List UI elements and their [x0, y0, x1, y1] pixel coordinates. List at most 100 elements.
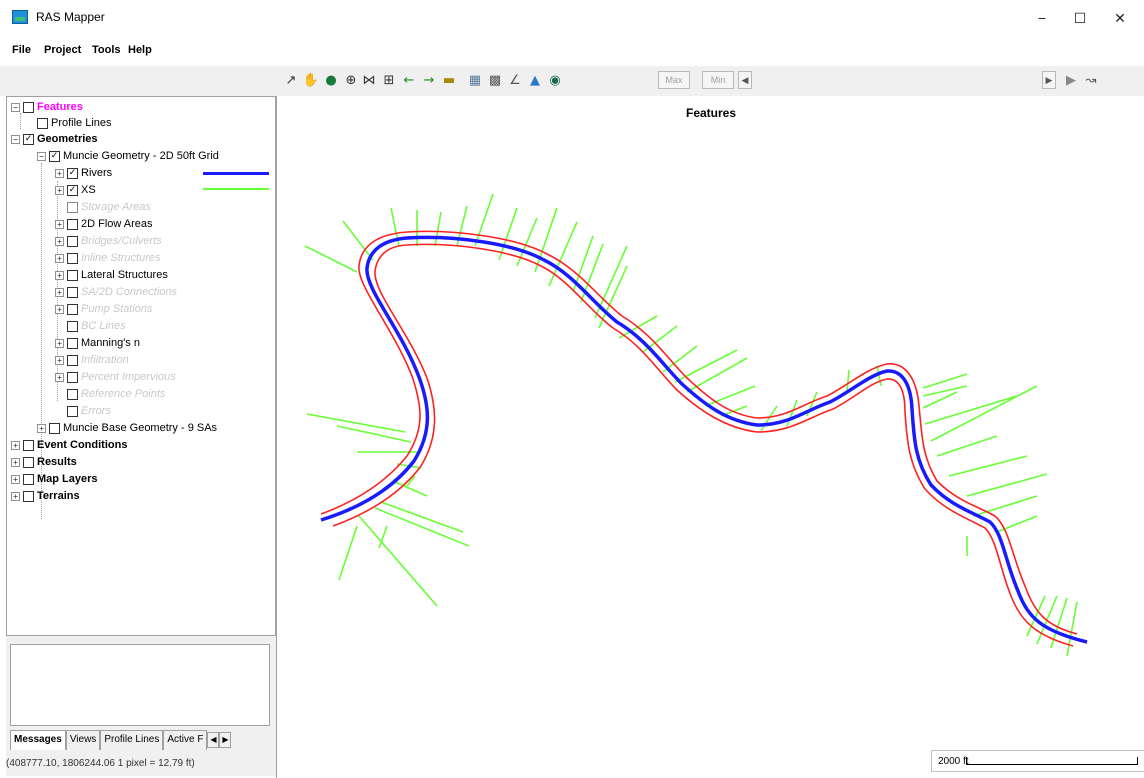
expand-icon[interactable]: + [55, 168, 64, 178]
ruler-icon[interactable]: ▬ [440, 72, 458, 90]
globe-icon[interactable]: ● [322, 72, 340, 90]
checkbox[interactable] [37, 117, 48, 129]
checkbox[interactable] [67, 388, 78, 400]
tree-item-reference-points[interactable]: Reference Points [67, 386, 165, 402]
checkbox[interactable] [67, 252, 78, 264]
checkbox[interactable] [49, 422, 60, 434]
checkbox[interactable] [23, 439, 34, 451]
tree-item-results[interactable]: + Results [11, 454, 77, 470]
pan-hand-icon[interactable]: ✋ [302, 72, 320, 90]
expand-icon[interactable]: + [11, 440, 20, 450]
max-button[interactable]: Max [658, 71, 690, 89]
messages-box[interactable] [10, 644, 270, 726]
collapse-icon[interactable]: − [11, 134, 20, 144]
tree-item-features[interactable]: − Features [11, 99, 83, 115]
forward-arrow-icon[interactable]: → [420, 72, 438, 90]
back-arrow-icon[interactable]: ← [400, 72, 418, 90]
checkbox[interactable] [67, 235, 78, 247]
checkbox-checked[interactable]: ✓ [23, 133, 34, 145]
tree-item-inline-structures[interactable]: + Inline Structures [55, 250, 160, 266]
tree-item-percent-impervious[interactable]: + Percent Impervious [55, 369, 176, 385]
checkbox[interactable] [67, 320, 78, 332]
map-drawing[interactable] [277, 96, 1144, 746]
checkbox[interactable] [67, 371, 78, 383]
tree-item-storage-areas[interactable]: Storage Areas [67, 199, 151, 215]
checkbox[interactable] [67, 269, 78, 281]
tree-item-errors[interactable]: Errors [67, 403, 111, 419]
expand-icon[interactable]: + [55, 236, 64, 246]
layer-tree[interactable]: − Features Profile Lines − ✓ Geometries − ✓ M… [6, 96, 276, 636]
tree-item-sa2d-connections[interactable]: + SA/2D Connections [55, 284, 177, 300]
expand-icon[interactable]: + [11, 457, 20, 467]
tree-item-terrains[interactable]: + Terrains [11, 488, 80, 504]
full-extent-icon[interactable]: ⊞ [380, 72, 398, 90]
menu-project[interactable]: Project [44, 44, 81, 56]
tree-item-map-layers[interactable]: + Map Layers [11, 471, 98, 487]
checkbox[interactable] [67, 218, 78, 230]
tab-profile-lines[interactable]: Profile Lines [100, 730, 164, 750]
expand-icon[interactable]: + [55, 185, 64, 195]
checkbox[interactable] [23, 101, 34, 113]
checkbox-checked[interactable]: ✓ [67, 184, 78, 196]
tree-item-bc-lines[interactable]: BC Lines [67, 318, 126, 334]
expand-icon[interactable]: + [37, 423, 46, 433]
tree-item-rivers[interactable]: + ✓ Rivers [55, 165, 112, 181]
terrain-icon[interactable]: ▲ [526, 72, 544, 90]
min-button[interactable]: Min [702, 71, 734, 89]
tree-item-profile-lines[interactable]: Profile Lines [37, 115, 112, 131]
tree-item-event-conditions[interactable]: + Event Conditions [11, 437, 127, 453]
layers-globe-icon[interactable]: ◉ [546, 72, 564, 90]
expand-icon[interactable]: + [55, 372, 64, 382]
pointer-icon[interactable]: ↗ [282, 72, 300, 90]
collapse-icon[interactable]: − [37, 151, 46, 161]
tree-item-bridges-culverts[interactable]: + Bridges/Culverts [55, 233, 162, 249]
map-canvas[interactable]: Features 2000 ft [276, 96, 1144, 778]
collapse-icon[interactable]: − [11, 102, 20, 112]
close-button[interactable]: ✕ [1100, 6, 1140, 30]
tab-views[interactable]: Views [65, 730, 101, 750]
checkbox[interactable] [23, 473, 34, 485]
checkbox[interactable] [23, 490, 34, 502]
zoom-in-icon[interactable]: ⊕ [342, 72, 360, 90]
maximize-button[interactable]: ☐ [1060, 6, 1100, 30]
menu-file[interactable]: File [12, 44, 31, 56]
tree-item-muncie-geometry[interactable]: − ✓ Muncie Geometry - 2D 50ft Grid [37, 148, 219, 164]
expand-icon[interactable]: + [55, 338, 64, 348]
checkbox[interactable] [67, 201, 78, 213]
tree-item-infiltration[interactable]: + Infiltration [55, 352, 129, 368]
table-icon[interactable]: ▩ [486, 72, 504, 90]
checkbox[interactable] [67, 354, 78, 366]
checkbox[interactable] [67, 303, 78, 315]
tree-item-xs[interactable]: + ✓ XS [55, 182, 96, 198]
expand-icon[interactable]: + [55, 219, 64, 229]
checkbox-checked[interactable]: ✓ [49, 150, 60, 162]
menu-help[interactable]: Help [128, 44, 152, 56]
tree-item-geometries[interactable]: − ✓ Geometries [11, 131, 98, 147]
profile-plot-icon[interactable]: ▦ [466, 72, 484, 90]
tree-item-muncie-base[interactable]: + Muncie Base Geometry - 9 SAs [37, 420, 217, 436]
tab-scroll-left-icon[interactable]: ◀ [207, 732, 220, 748]
checkbox[interactable] [23, 456, 34, 468]
expand-icon[interactable]: + [11, 474, 20, 484]
tab-messages[interactable]: Messages [10, 730, 66, 750]
tree-item-2d-flow-areas[interactable]: +2D Flow Areas [55, 216, 153, 232]
expand-icon[interactable]: + [11, 491, 20, 501]
step-back-button[interactable]: ◀ [738, 71, 752, 89]
step-forward-button[interactable]: ▶ [1042, 71, 1056, 89]
tab-scroll-right-icon[interactable]: ▶ [219, 732, 232, 748]
expand-icon[interactable]: + [55, 287, 64, 297]
menu-tools[interactable]: Tools [92, 44, 121, 56]
measure-icon[interactable]: ∠ [506, 72, 524, 90]
tab-active-features[interactable]: Active F [163, 730, 208, 750]
checkbox[interactable] [67, 286, 78, 298]
checkbox[interactable] [67, 337, 78, 349]
expand-icon[interactable]: + [55, 355, 64, 365]
animation-options-icon[interactable]: ↝ [1082, 72, 1100, 90]
play-icon[interactable]: ▶ [1062, 72, 1080, 90]
expand-icon[interactable]: + [55, 253, 64, 263]
minimize-button[interactable]: − [1022, 6, 1062, 30]
checkbox[interactable] [67, 405, 78, 417]
expand-icon[interactable]: + [55, 270, 64, 280]
tree-item-pump-stations[interactable]: + Pump Stations [55, 301, 153, 317]
checkbox-checked[interactable]: ✓ [67, 167, 78, 179]
